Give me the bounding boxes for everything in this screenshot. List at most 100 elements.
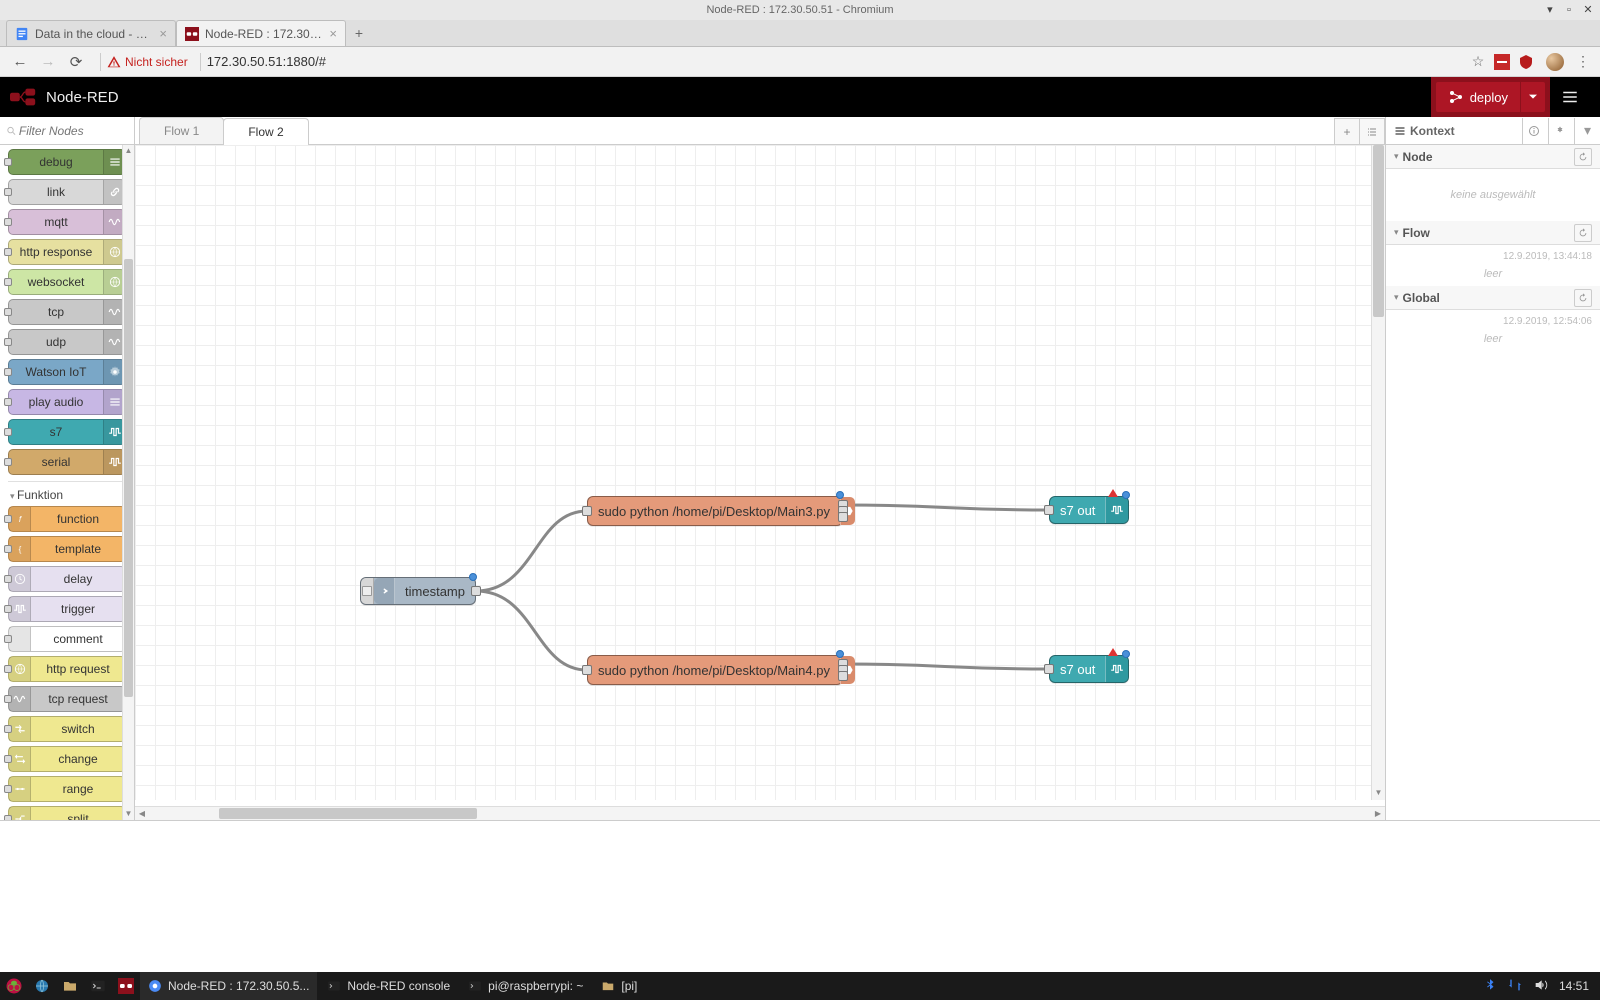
- input-port[interactable]: [4, 755, 12, 763]
- palette-node-comment[interactable]: comment: [8, 626, 126, 652]
- palette-node-function[interactable]: ffunction: [8, 506, 126, 532]
- input-port[interactable]: [4, 665, 12, 673]
- palette-node-http-request[interactable]: http request: [8, 656, 126, 682]
- palette-category-funktion[interactable]: Funktion: [8, 481, 126, 506]
- input-port[interactable]: [1044, 505, 1054, 515]
- canvas-hscrollbar[interactable]: ◀ ▶: [135, 806, 1385, 820]
- scrollbar-thumb[interactable]: [124, 259, 133, 697]
- input-port[interactable]: [4, 398, 12, 406]
- output-port[interactable]: [471, 586, 481, 596]
- palette-node-s7[interactable]: s7: [8, 419, 126, 445]
- output-port-3[interactable]: [838, 671, 848, 681]
- inject-button[interactable]: [361, 578, 374, 604]
- scrollbar-thumb[interactable]: [1373, 145, 1384, 317]
- nodered-launcher-icon[interactable]: [112, 972, 140, 1000]
- palette-node-Watson-IoT[interactable]: Watson IoT: [8, 359, 126, 385]
- input-port[interactable]: [4, 368, 12, 376]
- palette-node-trigger[interactable]: trigger: [8, 596, 126, 622]
- bluetooth-icon[interactable]: [1483, 978, 1497, 995]
- scroll-up-icon[interactable]: ▲: [123, 145, 134, 157]
- input-port[interactable]: [4, 785, 12, 793]
- context-section-global[interactable]: Global: [1386, 286, 1600, 310]
- forward-button[interactable]: →: [38, 53, 58, 70]
- input-port[interactable]: [4, 158, 12, 166]
- palette-search[interactable]: [0, 117, 134, 145]
- context-section-node[interactable]: Node: [1386, 145, 1600, 169]
- deploy-button[interactable]: deploy: [1431, 77, 1550, 117]
- extension-icon-1[interactable]: [1494, 54, 1510, 70]
- address-text[interactable]: 172.30.50.51:1880/#: [207, 54, 326, 69]
- input-port[interactable]: [4, 635, 12, 643]
- terminal-icon[interactable]: [84, 972, 112, 1000]
- deploy-dropdown[interactable]: [1521, 82, 1545, 112]
- taskbar-item-3[interactable]: [pi]: [593, 972, 645, 1000]
- input-port[interactable]: [4, 815, 12, 820]
- flow-tab-1[interactable]: Flow 2: [223, 118, 308, 145]
- scroll-left-icon[interactable]: ◀: [135, 807, 149, 820]
- input-port[interactable]: [4, 278, 12, 286]
- input-port[interactable]: [4, 458, 12, 466]
- clock-text[interactable]: 14:51: [1559, 979, 1589, 993]
- start-menu-icon[interactable]: [0, 972, 28, 1000]
- flow-tab-0[interactable]: Flow 1: [139, 117, 224, 144]
- input-port[interactable]: [4, 188, 12, 196]
- input-port[interactable]: [4, 248, 12, 256]
- add-flow-button[interactable]: +: [1334, 118, 1360, 144]
- refresh-icon[interactable]: [1574, 148, 1592, 166]
- palette-node-websocket[interactable]: websocket: [8, 269, 126, 295]
- palette-node-tcp-request[interactable]: tcp request: [8, 686, 126, 712]
- input-port[interactable]: [4, 308, 12, 316]
- extension-icon-2[interactable]: [1518, 54, 1534, 70]
- input-port[interactable]: [1044, 664, 1054, 674]
- input-port[interactable]: [4, 575, 12, 583]
- window-maximize-icon[interactable]: ▫: [1563, 0, 1577, 20]
- context-section-flow[interactable]: Flow: [1386, 221, 1600, 245]
- taskbar-item-0[interactable]: Node-RED : 172.30.50.5...: [140, 972, 317, 1000]
- input-port[interactable]: [4, 515, 12, 523]
- input-port[interactable]: [4, 338, 12, 346]
- palette-node-change[interactable]: change: [8, 746, 126, 772]
- tab-close-icon[interactable]: ×: [329, 26, 337, 41]
- browser-tab-1[interactable]: Node-RED : 172.30.50.51 ×: [176, 20, 346, 46]
- sidebar-tab-info-icon[interactable]: [1522, 118, 1548, 144]
- back-button[interactable]: ←: [10, 53, 30, 70]
- input-port[interactable]: [4, 695, 12, 703]
- node-s7out-a[interactable]: s7 out: [1049, 496, 1129, 524]
- palette-node-udp[interactable]: udp: [8, 329, 126, 355]
- input-port[interactable]: [4, 605, 12, 613]
- palette-node-link[interactable]: link: [8, 179, 126, 205]
- browser-tab-0[interactable]: Data in the cloud - Google D… ×: [6, 20, 176, 46]
- input-port[interactable]: [4, 428, 12, 436]
- window-minimize-icon[interactable]: ▾: [1544, 0, 1558, 20]
- network-icon[interactable]: [1507, 977, 1523, 996]
- input-port[interactable]: [4, 545, 12, 553]
- palette-node-debug[interactable]: debug: [8, 149, 126, 175]
- window-close-icon[interactable]: ✕: [1582, 0, 1596, 20]
- palette-node-mqtt[interactable]: mqtt: [8, 209, 126, 235]
- new-tab-button[interactable]: +: [346, 20, 372, 46]
- list-flows-button[interactable]: [1359, 118, 1385, 144]
- volume-icon[interactable]: [1533, 977, 1549, 996]
- scroll-right-icon[interactable]: ▶: [1371, 807, 1385, 820]
- palette-node-http-response[interactable]: http response: [8, 239, 126, 265]
- palette-node-range[interactable]: range: [8, 776, 126, 802]
- sidebar-tab-context[interactable]: Kontext: [1386, 117, 1522, 144]
- palette-node-serial[interactable]: serial: [8, 449, 126, 475]
- refresh-icon[interactable]: [1574, 289, 1592, 307]
- bookmark-star-icon[interactable]: ☆: [1466, 53, 1490, 70]
- profile-avatar-icon[interactable]: [1546, 53, 1564, 71]
- palette-filter-input[interactable]: [17, 123, 128, 139]
- canvas-vscrollbar[interactable]: ▼: [1371, 145, 1385, 800]
- palette-node-tcp[interactable]: tcp: [8, 299, 126, 325]
- palette-node-play-audio[interactable]: play audio: [8, 389, 126, 415]
- file-manager-icon[interactable]: [56, 972, 84, 1000]
- input-port[interactable]: [582, 665, 592, 675]
- palette-node-switch[interactable]: switch: [8, 716, 126, 742]
- node-s7out-b[interactable]: s7 out: [1049, 655, 1129, 683]
- browser-menu-icon[interactable]: ⋮: [1576, 53, 1590, 70]
- taskbar-item-1[interactable]: Node-RED console: [319, 972, 458, 1000]
- input-port[interactable]: [4, 725, 12, 733]
- taskbar-item-2[interactable]: pi@raspberrypi: ~: [460, 972, 591, 1000]
- web-browser-icon[interactable]: [28, 972, 56, 1000]
- flow-canvas[interactable]: timestamp sudo python /home/pi/Desktop/M…: [135, 145, 1385, 800]
